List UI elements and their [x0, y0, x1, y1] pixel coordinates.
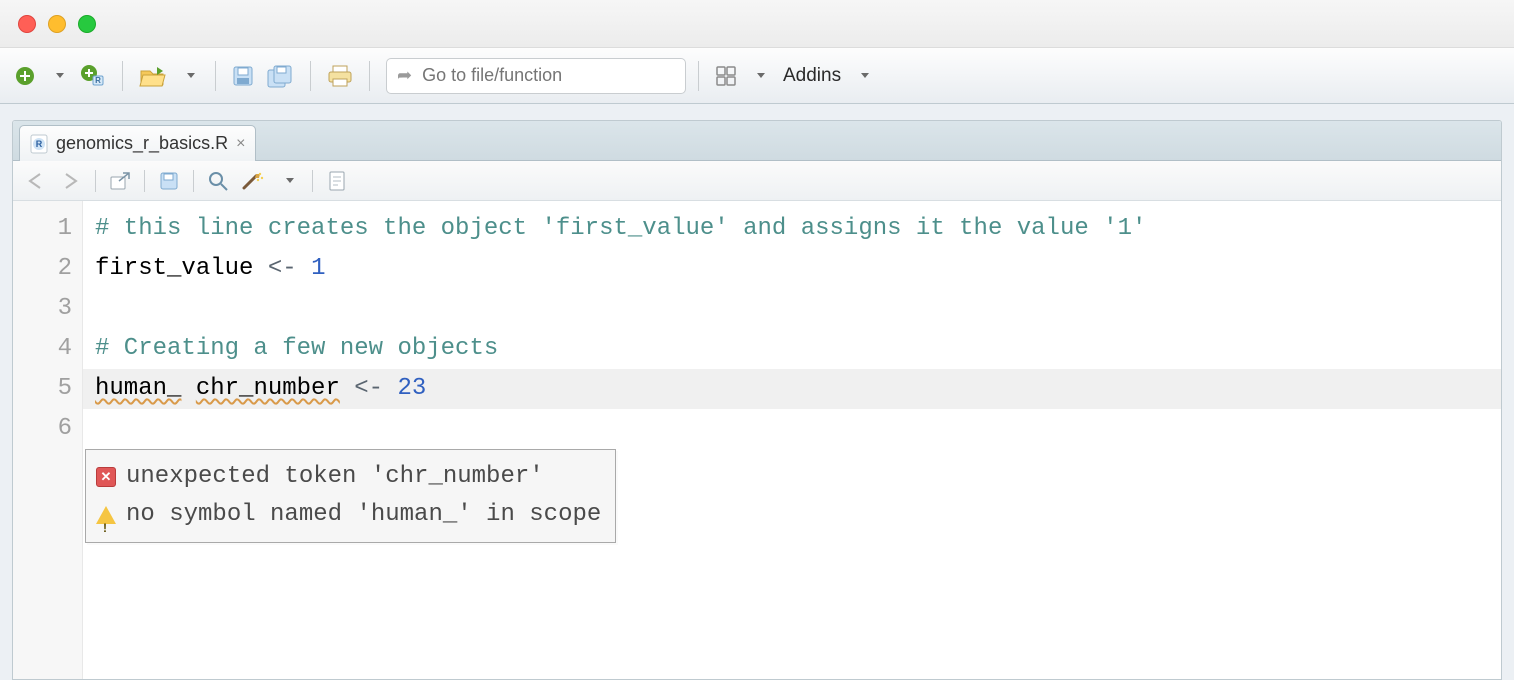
- warning-icon: [96, 506, 116, 524]
- code-identifier-error: human_: [95, 375, 181, 402]
- goto-arrow-icon: ➦: [397, 65, 412, 86]
- open-recent-dropdown[interactable]: [175, 60, 203, 92]
- save-button[interactable]: [228, 60, 258, 92]
- separator: [312, 170, 313, 192]
- file-tab[interactable]: R genomics_r_basics.R ×: [19, 125, 256, 161]
- separator: [310, 61, 311, 91]
- code-identifier: first_value: [95, 255, 253, 282]
- separator: [215, 61, 216, 91]
- separator: [122, 61, 123, 91]
- svg-text:R: R: [95, 76, 101, 85]
- tab-close-button[interactable]: ×: [236, 135, 245, 153]
- line-number: 3: [13, 289, 72, 329]
- line-number: 6: [13, 409, 72, 449]
- separator: [698, 61, 699, 91]
- editor-panel: R genomics_r_basics.R ×: [12, 120, 1502, 680]
- grid-view-button[interactable]: [711, 60, 741, 92]
- grid-view-dropdown[interactable]: [745, 60, 773, 92]
- find-button[interactable]: [204, 167, 232, 195]
- separator: [193, 170, 194, 192]
- print-button[interactable]: [323, 60, 357, 92]
- main-toolbar: R ➦ Addins: [0, 48, 1514, 104]
- save-source-button[interactable]: [155, 167, 183, 195]
- window-zoom-button[interactable]: [78, 15, 96, 33]
- addins-dropdown[interactable]: [849, 60, 877, 92]
- svg-text:R: R: [36, 139, 43, 149]
- diagnostic-warning-text: no symbol named 'human_' in scope: [126, 496, 601, 534]
- open-file-button[interactable]: [135, 60, 171, 92]
- code-tools-button[interactable]: [238, 167, 268, 195]
- line-number: 2: [13, 249, 72, 289]
- show-in-new-window-button[interactable]: [106, 167, 134, 195]
- addins-menu[interactable]: Addins: [783, 65, 841, 87]
- line-number: 1: [13, 209, 72, 249]
- window-minimize-button[interactable]: [48, 15, 66, 33]
- line-number: 4: [13, 329, 72, 369]
- window-titlebar: [0, 0, 1514, 48]
- nav-forward-button[interactable]: [57, 167, 85, 195]
- error-icon: ✕: [96, 467, 116, 487]
- separator: [95, 170, 96, 192]
- tab-filename: genomics_r_basics.R: [56, 133, 228, 154]
- nav-back-button[interactable]: [23, 167, 51, 195]
- code-assign-op: <-: [268, 255, 297, 282]
- code-content[interactable]: # this line creates the object 'first_va…: [83, 201, 1501, 680]
- goto-file-function-field[interactable]: ➦: [386, 58, 686, 94]
- line-number: ✕ 5: [13, 369, 72, 409]
- code-number: 23: [397, 375, 426, 402]
- code-number: 1: [311, 255, 325, 282]
- separator: [144, 170, 145, 192]
- save-all-button[interactable]: [262, 60, 298, 92]
- diagnostic-tooltip: ✕ unexpected token 'chr_number' no symbo…: [85, 449, 616, 543]
- tab-bar: R genomics_r_basics.R ×: [13, 121, 1501, 161]
- code-assign-op: <-: [354, 375, 383, 402]
- code-comment: # Creating a few new objects: [95, 335, 498, 362]
- separator: [369, 61, 370, 91]
- compile-report-button[interactable]: [323, 167, 351, 195]
- window-close-button[interactable]: [18, 15, 36, 33]
- r-file-icon: R: [30, 134, 48, 154]
- code-identifier-error: chr_number: [196, 375, 340, 402]
- new-file-dropdown[interactable]: [44, 60, 72, 92]
- code-tools-dropdown[interactable]: [274, 167, 302, 195]
- goto-input[interactable]: [422, 65, 675, 86]
- code-comment: # this line creates the object 'first_va…: [95, 215, 1146, 242]
- new-project-button[interactable]: R: [76, 60, 110, 92]
- code-editor[interactable]: 1 2 3 4 ✕ 5 6 # this line creates the ob…: [13, 201, 1501, 680]
- line-number-gutter: 1 2 3 4 ✕ 5 6: [13, 201, 83, 680]
- diagnostic-error-text: unexpected token 'chr_number': [126, 458, 544, 496]
- new-file-button[interactable]: [10, 60, 40, 92]
- editor-toolbar: [13, 161, 1501, 201]
